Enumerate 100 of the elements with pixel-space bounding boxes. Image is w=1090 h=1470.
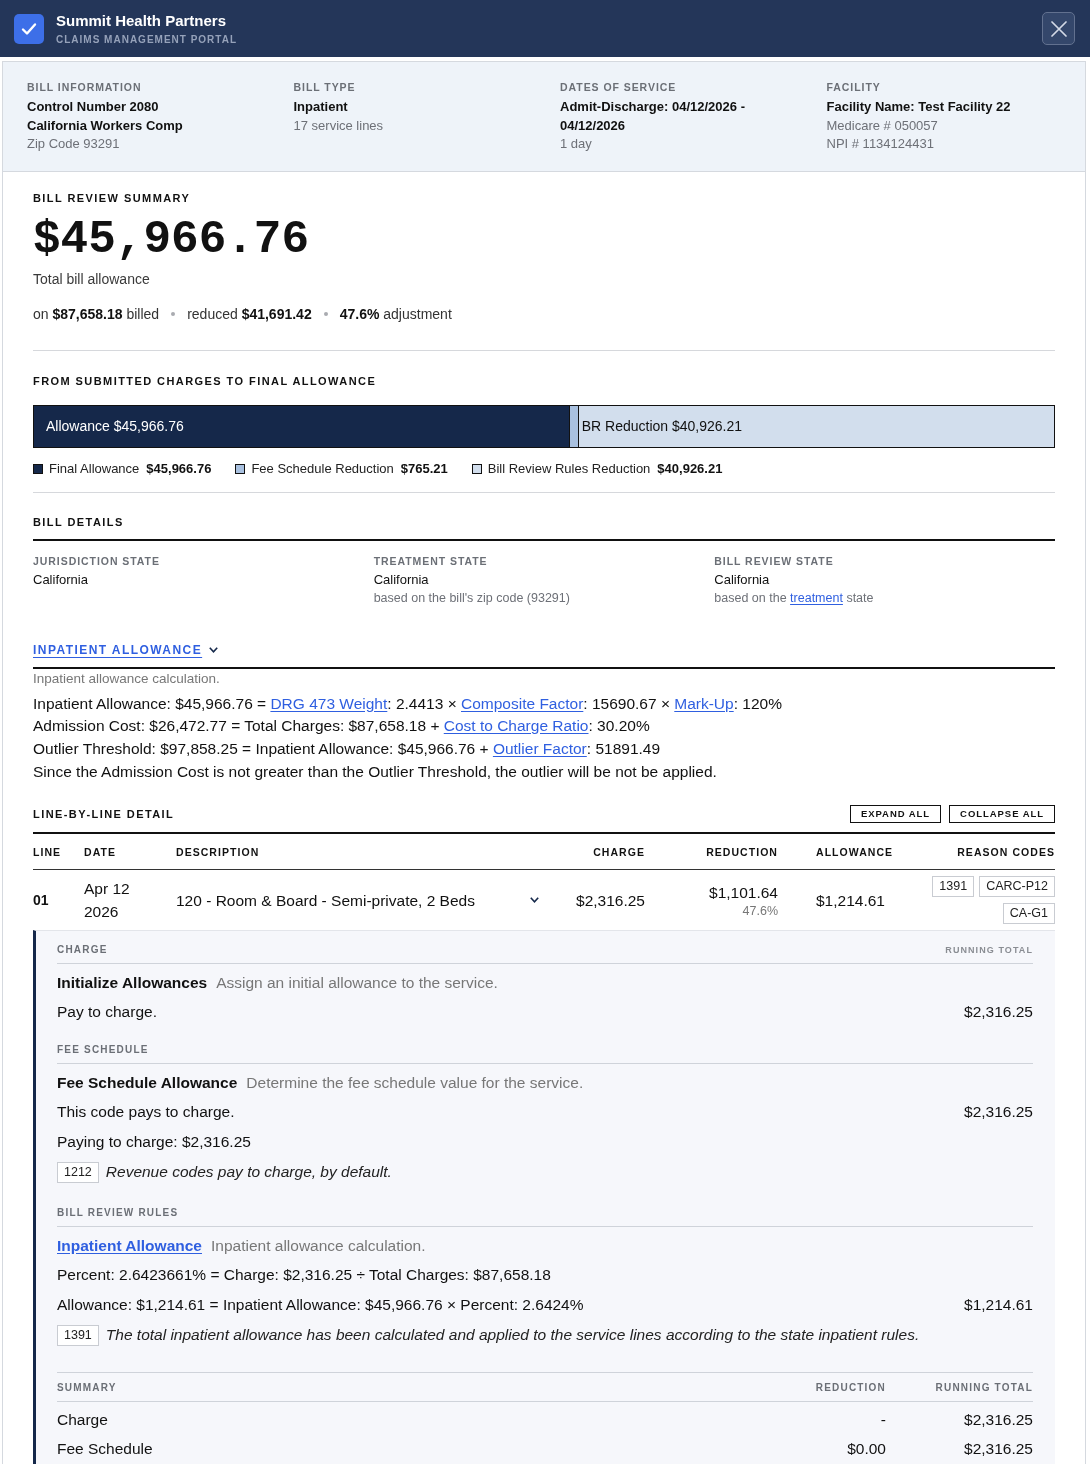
summary-stat: reduced $41,691.42 xyxy=(187,304,312,323)
reason-code-tag: CA-G1 xyxy=(1002,903,1055,925)
legend-value: $45,966.76 xyxy=(146,460,212,477)
term-link[interactable]: Cost to Charge Ratio xyxy=(443,717,589,735)
running-total-amount: $2,316.25 xyxy=(964,1002,1033,1023)
legend-value: $765.21 xyxy=(400,460,448,477)
table-cell-text: $1,214.61 xyxy=(815,890,886,911)
table-cell-text: Apr 12 2026 xyxy=(84,879,131,923)
summary-cell-text: - xyxy=(879,1410,886,1431)
bar-segment: BR Reduction $40,926.21 xyxy=(577,405,1054,447)
formula-text: Admission Cost: $26,472.77 = Total Charges: $87,658.18 + Cost to Charge Ratio: 30.20% xyxy=(33,716,651,737)
info-detail: 17 service lines xyxy=(293,116,385,135)
code-tag: 1391 xyxy=(57,1324,99,1346)
running-total-amount: $2,316.25 xyxy=(964,1102,1033,1123)
calculation-text: Pay to charge. xyxy=(57,1002,157,1023)
info-value: California Workers Comp xyxy=(27,116,184,135)
table-cell-text: 01 xyxy=(33,890,50,910)
legend-label: Bill Review Rules Reduction xyxy=(487,460,651,477)
info-value: Inpatient xyxy=(293,98,349,116)
step-title-link[interactable]: Inpatient Allowance xyxy=(57,1236,202,1257)
app-title: Summit Health Partners xyxy=(56,11,228,30)
detail-note: based on the bill's zip code (93291) xyxy=(373,589,571,607)
info-value: Facility Name: Test Facility 22 xyxy=(826,98,1012,116)
checkmark-icon xyxy=(14,13,44,44)
total-amount: $45,966.76 xyxy=(33,214,311,265)
app-subtitle: CLAIMS MANAGEMENT PORTAL xyxy=(56,32,238,46)
table-cell-text: 120 - Room & Board - Semi-private, 2 Beds xyxy=(176,890,476,911)
info-detail: 1 day xyxy=(560,135,593,153)
section-heading: FROM SUBMITTED CHARGES TO FINAL ALLOWANCE xyxy=(33,373,378,388)
info-detail: Zip Code 93291 xyxy=(27,135,121,153)
formula-text: Inpatient Allowance: $45,966.76 = DRG 473 Weight: 2.4413 × Composite Factor: 15690.67 × Mark-Up: 120% xyxy=(33,693,783,714)
legend-label: Final Allowance xyxy=(49,460,140,477)
column-header: LINE xyxy=(33,845,63,860)
summary-cell-text: $0.00 xyxy=(846,1439,886,1460)
close-icon xyxy=(1050,20,1067,37)
calculation-text: Paying to charge: $2,316.25 xyxy=(57,1132,251,1153)
separator-dot-icon xyxy=(323,311,328,316)
detail-value: California xyxy=(33,570,89,589)
info-detail: Medicare # 050057 xyxy=(826,116,939,135)
toolbar-button[interactable]: EXPAND ALL xyxy=(849,805,942,824)
legend-label: Fee Schedule Reduction xyxy=(251,460,394,477)
calculation-text: This code pays to charge. xyxy=(57,1102,235,1123)
step-title: Initialize Allowances xyxy=(57,973,208,994)
column-header: DESCRIPTION xyxy=(176,845,261,860)
detail-value: California xyxy=(714,570,771,589)
summary-cell-text: $2,316.25 xyxy=(963,1410,1033,1431)
reason-code-tag: 1391 xyxy=(932,876,975,898)
info-label: BILL TYPE xyxy=(293,80,357,94)
section-heading: BILL REVIEW RULES xyxy=(57,1206,179,1221)
detail-value: California xyxy=(373,570,430,589)
step-description: Determine the fee schedule value for the service. xyxy=(246,1073,584,1094)
info-value: Control Number 2080 xyxy=(27,98,160,116)
section-heading: CHARGE xyxy=(57,943,108,958)
info-value: Admit-Discharge: 04/12/2026 - 04/12/2026 xyxy=(560,98,746,135)
section-description: Inpatient allowance calculation. xyxy=(33,670,221,687)
column-heading: RUNNING TOTAL xyxy=(945,943,1033,957)
summary-cell-text: $2,316.25 xyxy=(963,1439,1033,1460)
term-link[interactable]: Outlier Factor xyxy=(492,739,587,757)
summary-stat: on $87,658.18 billed xyxy=(33,304,160,323)
column-header: CHARGE xyxy=(592,845,645,860)
section-heading: FEE SCHEDULE xyxy=(57,1043,149,1058)
calculation-text: Percent: 2.6423661% = Charge: $2,316.25 ÷ Total Charges: $87,658.18 xyxy=(57,1265,551,1286)
column-heading: RUNNING TOTAL xyxy=(934,1381,1033,1396)
info-label: FACILITY xyxy=(826,80,882,94)
note-text: The total inpatient allowance has been calculated and applied to the service lines according to the state inpatient rules. xyxy=(105,1325,920,1346)
percent-text: 47.6% xyxy=(741,904,778,920)
running-total-amount: $1,214.61 xyxy=(964,1295,1033,1316)
info-label: DATES OF SERVICE xyxy=(560,80,678,94)
column-header: REDUCTION xyxy=(705,845,778,860)
code-tag: 1212 xyxy=(57,1161,99,1183)
toolbar-button[interactable]: COLLAPSE ALL xyxy=(949,805,1055,824)
column-header: DATE xyxy=(84,845,117,860)
detail-label: BILL REVIEW STATE xyxy=(714,553,835,568)
bar-segment: Allowance $45,966.76 xyxy=(34,405,569,447)
table-cell-text: $1,101.64 xyxy=(708,883,778,904)
column-header: ALLOWANCE xyxy=(815,845,895,860)
term-link[interactable]: Mark-Up xyxy=(674,694,734,712)
column-heading: SUMMARY xyxy=(57,1381,118,1396)
detail-note: based on the treatment state xyxy=(714,589,875,607)
table-cell-text: $2,316.25 xyxy=(575,890,645,911)
close-button[interactable] xyxy=(1042,12,1075,45)
detail-label: TREATMENT STATE xyxy=(373,553,489,568)
section-heading: BILL REVIEW SUMMARY xyxy=(33,190,192,205)
column-heading: REDUCTION xyxy=(814,1381,886,1396)
legend-value: $40,926.21 xyxy=(657,460,723,477)
summary-stat: 47.6% adjustment xyxy=(339,304,452,323)
info-label: BILL INFORMATION xyxy=(27,80,143,94)
calculation-text: Allowance: $1,214.61 = Inpatient Allowance: $45,966.76 × Percent: 2.6424% xyxy=(57,1295,584,1316)
column-header: REASON CODES xyxy=(956,845,1055,860)
formula-text: Outlier Threshold: $97,858.25 = Inpatient Allowance: $45,966.76 + Outlier Factor: 51891.49 xyxy=(33,738,662,759)
section-heading: LINE-BY-LINE DETAIL xyxy=(33,807,175,822)
note-text: Revenue codes pay to charge, by default. xyxy=(105,1162,392,1183)
term-link[interactable]: treatment xyxy=(790,590,843,605)
formula-text: Since the Admission Cost is not greater than the Outlier Threshold, the outlier will be not be applied. xyxy=(33,761,718,782)
summary-cell-text: Fee Schedule xyxy=(57,1439,154,1460)
step-title: Fee Schedule Allowance xyxy=(57,1073,238,1094)
reason-code-tag: CARC-P12 xyxy=(979,876,1055,898)
step-description: Inpatient allowance calculation. xyxy=(211,1236,426,1257)
amount-caption: Total bill allowance xyxy=(33,269,151,288)
inpatient-allowance-link[interactable]: INPATIENT ALLOWANCE xyxy=(33,641,203,658)
